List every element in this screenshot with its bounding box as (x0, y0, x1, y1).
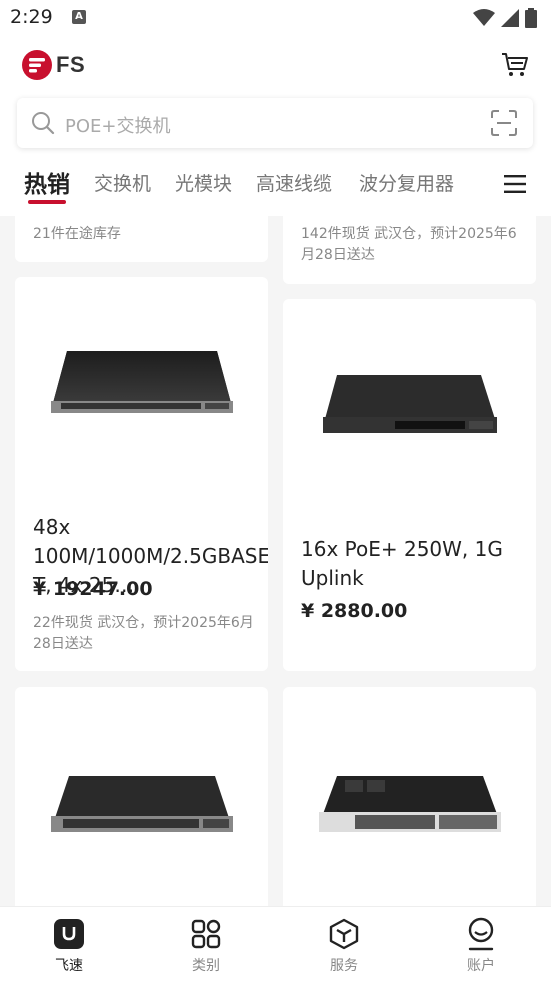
home-icon (29, 917, 109, 951)
product-grid: 21件在途库存 142件现货 武汉仓，预计2025年6月28日送达 48x 10… (0, 216, 551, 906)
wifi-icon (473, 9, 495, 26)
nav-label: 飞速 (55, 958, 83, 974)
tab-underline (28, 200, 66, 204)
nav-home[interactable]: 飞速 (29, 917, 109, 975)
signal-icon (501, 9, 519, 27)
product-card[interactable]: 48x 100M/1000M/2.5GBASE-T, 4x 25… ¥ 1924… (15, 277, 268, 671)
service-icon (304, 917, 384, 951)
search-input[interactable]: POE+交换机 (65, 112, 170, 138)
search-bar[interactable]: POE+交换机 (17, 98, 533, 148)
product-card[interactable] (15, 687, 268, 906)
nav-label: 服务 (330, 958, 358, 974)
tab-hot[interactable]: 热销 (24, 165, 70, 199)
status-icons (473, 8, 537, 28)
fs-logo[interactable]: FS (22, 50, 85, 80)
cart-button[interactable] (501, 52, 529, 82)
scan-icon[interactable] (491, 110, 517, 136)
tab-switches[interactable]: 交换机 (94, 169, 151, 196)
account-icon (441, 917, 521, 951)
category-icon (166, 917, 246, 951)
bottom-nav: 飞速 类别 服务 账户 (0, 906, 551, 982)
fs-logo-icon (22, 50, 52, 80)
logo-text: FS (56, 52, 86, 77)
product-image (15, 687, 268, 906)
nav-label: 账户 (467, 958, 495, 974)
product-card[interactable]: 16x PoE+ 250W, 1G Uplink ¥ 2880.00 (283, 299, 536, 671)
status-bar: 2:29 A (0, 0, 551, 38)
tab-wdm[interactable]: 波分复用器 (359, 169, 454, 196)
app-header: FS POE+交换机 热销 交换机 光模块 高速线缆 波分复用器 (0, 38, 551, 216)
stock-text: 22件现货 武汉仓，预计2025年6月28日送达 (33, 615, 254, 652)
cart-icon (502, 53, 528, 76)
product-image (283, 687, 536, 906)
nav-category[interactable]: 类别 (166, 917, 246, 975)
stock-text: 142件现货 武汉仓，预计2025年6月28日送达 (301, 226, 517, 263)
notification-icon: A (72, 10, 86, 24)
stock-text: 21件在途库存 (33, 226, 121, 242)
search-icon (32, 112, 55, 135)
product-title: 16x PoE+ 250W, 1G Uplink (301, 537, 503, 590)
product-image (15, 277, 268, 497)
tab-optics[interactable]: 光模块 (175, 169, 232, 196)
product-price: ¥ 2880.00 (301, 600, 408, 622)
status-time: 2:29 (10, 6, 53, 28)
menu-icon (504, 175, 526, 193)
product-card[interactable]: 142件现货 武汉仓，预计2025年6月28日送达 (283, 216, 536, 284)
menu-button[interactable] (479, 160, 551, 208)
category-tabs: 热销 交换机 光模块 高速线缆 波分复用器 (0, 160, 551, 216)
product-card[interactable] (283, 687, 536, 906)
product-image (283, 299, 536, 519)
battery-icon (525, 8, 537, 28)
product-price: ¥ 19247.00 (33, 578, 153, 600)
nav-label: 类别 (192, 958, 220, 974)
nav-service[interactable]: 服务 (304, 917, 384, 975)
product-card[interactable]: 21件在途库存 (15, 216, 268, 262)
tab-cables[interactable]: 高速线缆 (256, 169, 332, 196)
nav-account[interactable]: 账户 (441, 917, 521, 975)
